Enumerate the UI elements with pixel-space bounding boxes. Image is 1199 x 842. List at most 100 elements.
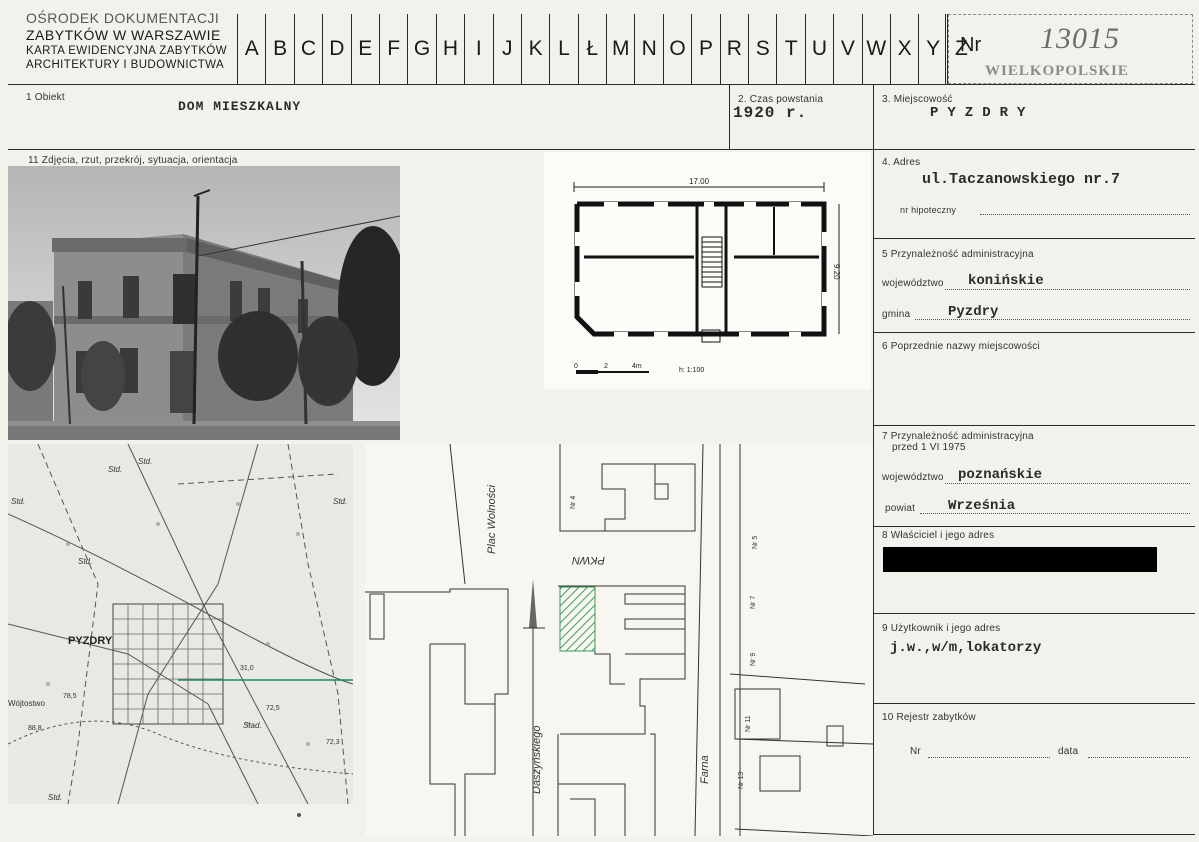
- index-letter: J: [492, 14, 521, 84]
- right-column-divider: [873, 84, 874, 834]
- gmina-value: Pyzdry: [948, 304, 999, 320]
- index-letter: V: [833, 14, 861, 84]
- highlighted-parcel: [559, 586, 596, 652]
- rejestr-data-label: data: [1058, 746, 1079, 757]
- map-label-4: Std.: [333, 497, 347, 506]
- rejestr-nr-label: Nr: [910, 746, 921, 757]
- miejscowosc-value: PYZDRY: [930, 105, 1035, 121]
- obiekt-label: 1 Obiekt: [26, 92, 65, 103]
- przyn-przed-label2: przed 1 VI 1975: [892, 442, 966, 453]
- index-letter: I: [464, 14, 492, 84]
- map-label-6: Stad.: [243, 721, 262, 730]
- street-daszynskiego: Daszyńskiego: [531, 726, 543, 794]
- index-letter: A: [237, 14, 265, 84]
- hipoteczny-line: [980, 214, 1190, 215]
- rule-7: [873, 425, 1195, 426]
- index-letter: K: [520, 14, 549, 84]
- punch-dot: [297, 813, 301, 817]
- scale-label-4m: 4m: [632, 363, 642, 370]
- index-letter: U: [804, 14, 833, 84]
- map-label-8: 78,5: [63, 693, 77, 700]
- wojewodztwo2-line: [945, 483, 1190, 484]
- czas-value: 1920 r.: [733, 104, 808, 122]
- wojewodztwo-label: województwo: [882, 278, 944, 289]
- map-label-10: 72,5: [266, 705, 280, 712]
- rejestr-label: 10 Rejestr zabytków: [882, 712, 976, 723]
- gmina-label: gmina: [882, 309, 911, 320]
- divider-czas: [729, 84, 730, 149]
- rule-8: [873, 526, 1195, 527]
- wojewodztwo-value: konińskie: [968, 273, 1044, 289]
- uzytkownik-value: j.w.,w/m,lokatorzy: [890, 640, 1042, 656]
- index-letter: N: [634, 14, 662, 84]
- map-label-12: 31,0: [240, 665, 254, 672]
- map-label-9: 88,8: [28, 725, 42, 732]
- gmina-line: [915, 319, 1190, 320]
- powiat-value: Września: [948, 498, 1016, 514]
- inventory-card: OŚRODEK DOKUMENTACJI ZABYTKÓW W WARSZAWI…: [0, 0, 1199, 842]
- scale-ratio: h: 1:100: [679, 367, 704, 374]
- hipoteczny-label: nr hipoteczny: [900, 205, 957, 215]
- site-plan: Plac Wolności Daszyńskiego Farna PKWN Nr…: [365, 444, 873, 836]
- site-number-5: Nr 13: [738, 772, 745, 789]
- bottom-rule: [873, 834, 1195, 835]
- poprzednie-label: 6 Poprzednie nazwy miejscowości: [882, 341, 1040, 352]
- header-organization: OŚRODEK DOKUMENTACJI ZABYTKÓW W WARSZAWI…: [26, 10, 227, 72]
- index-letter: Y: [918, 14, 946, 84]
- rule-10: [873, 703, 1195, 704]
- letters-start-divider: [237, 14, 238, 84]
- site-number-0: Nr 4: [570, 496, 577, 509]
- wojewodztwo2-label: województwo: [882, 472, 944, 483]
- rule-6: [873, 332, 1195, 333]
- index-letter: D: [322, 14, 350, 84]
- header-bottom-rule: [8, 84, 1195, 85]
- map-label-0: Std.: [108, 465, 122, 474]
- index-letter: H: [435, 14, 464, 84]
- adres-value: ul.Taczanowskiego nr.7: [922, 171, 1121, 188]
- redaction-bar: [883, 547, 1157, 572]
- wojewodztwo-line: [945, 289, 1190, 290]
- scale-label-0: 0: [574, 363, 578, 370]
- index-letter: O: [662, 14, 691, 84]
- plan-dim-width: 17.00: [689, 177, 710, 186]
- nr-box: [948, 14, 1193, 84]
- map-town-label: PYZDRY: [68, 635, 113, 647]
- site-number-4: Nr 11: [745, 715, 752, 732]
- map-label-7: Wójtostwo: [8, 699, 45, 708]
- zdjecia-label: 11 Zdjęcia, rzut, przekrój, sytuacja, or…: [28, 155, 238, 166]
- rejestr-nr-line: [928, 757, 1050, 758]
- index-letters: ABCDEFGHIJKLŁMNOPRSTUVWXYZ: [237, 14, 975, 84]
- map-label-11: 72,3: [326, 739, 340, 746]
- plan-dim-depth: 9.20: [832, 264, 841, 280]
- street-farna: Farna: [699, 755, 711, 784]
- rule-5: [873, 238, 1195, 239]
- adres-label: 4. Adres: [882, 157, 921, 168]
- map-label-5: Std.: [48, 793, 62, 802]
- index-letter: P: [691, 14, 719, 84]
- index-letter: T: [776, 14, 804, 84]
- index-letter: Ł: [577, 14, 606, 84]
- przyn-przed-label: 7 Przynależność administracyjna: [882, 431, 1034, 442]
- przynaleznosc-label: 5 Przynależność administracyjna: [882, 249, 1034, 260]
- rule-9: [873, 613, 1195, 614]
- index-letter: B: [265, 14, 293, 84]
- map-label-2: Std.: [11, 497, 25, 506]
- index-letter: F: [378, 14, 407, 84]
- scale-label-2: 2: [604, 363, 608, 370]
- street-plac-wolnosci: Plac Wolności: [486, 484, 498, 554]
- form-line1: KARTA EWIDENCYJNA ZABYTKÓW: [26, 45, 228, 57]
- org-line2: ZABYTKÓW W WARSZAWIE: [26, 27, 221, 43]
- row1-bottom-rule: [8, 149, 1195, 150]
- site-number-3: Nr 9: [750, 653, 757, 666]
- obiekt-value: DOM MIESZKALNY: [178, 99, 302, 114]
- index-letter: E: [350, 14, 379, 84]
- miejscowosc-label: 3. Miejscowość: [882, 94, 953, 105]
- map-label-3: Std.: [78, 557, 92, 566]
- index-letter: S: [748, 14, 776, 84]
- floor-plan: 17.00 9.20 0 2 4m h: 1:100: [573, 177, 841, 374]
- index-letter: G: [407, 14, 435, 84]
- rejestr-data-line: [1088, 757, 1190, 758]
- topographic-map: PYZDRY Std. Std. Std. Std. Std. Std. Sta…: [8, 444, 353, 804]
- index-letter: X: [889, 14, 918, 84]
- form-line2: ARCHITEKTURY I BUDOWNICTWA: [26, 59, 225, 71]
